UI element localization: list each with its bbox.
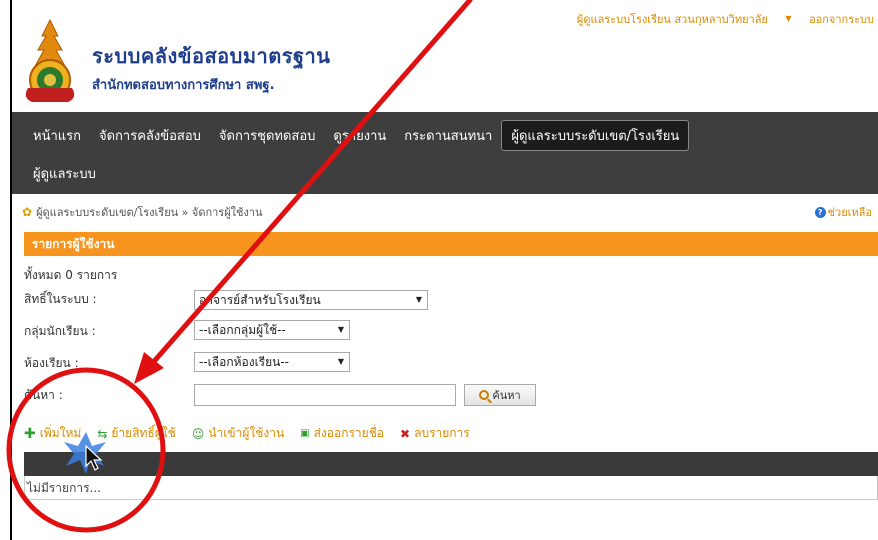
- search-button-label: ค้นหา: [492, 389, 521, 402]
- role-label: สิทธิ์ในระบบ :: [24, 292, 97, 306]
- nav-row-2: ผู้ดูแลระบบ: [24, 156, 105, 190]
- nav-home[interactable]: หน้าแรก: [24, 121, 90, 150]
- search-label: ค้นหา :: [24, 388, 63, 402]
- site-header: ระบบคลังข้อสอบมาตรฐาน สำนักทดสอบทางการศึ…: [12, 0, 878, 112]
- move-rights-label: ย้ายสิทธิ์ผู้ใช้: [111, 426, 176, 440]
- top-links: ผู้ดูแลระบบโรงเรียน สวนกุหลาบวิทยาลัย ▼ …: [549, 10, 874, 28]
- breadcrumb-text[interactable]: ผู้ดูแลระบบระดับเขต/โรงเรียน » จัดการผู้…: [36, 203, 263, 221]
- user-import-icon: ☺: [191, 426, 205, 441]
- main-nav: หน้าแรก จัดการคลังข้อสอบ จัดการชุดทดสอบ …: [12, 112, 878, 194]
- table-header: [24, 452, 878, 476]
- obec-emblem-logo: [25, 18, 75, 102]
- group-select[interactable]: --เลือกกลุ่มผู้ใช้-- ▼: [194, 320, 350, 340]
- table-empty-row: ไม่มีรายการ...: [24, 476, 878, 500]
- nav-school-admin[interactable]: ผู้ดูแลระบบระดับเขต/โรงเรียน: [501, 119, 690, 151]
- export-list-button[interactable]: ▣ ส่งออกรายชื่อ: [300, 424, 384, 443]
- caret-down-icon: ▼: [785, 14, 792, 23]
- delete-items-label: ลบรายการ: [414, 426, 470, 440]
- room-label: ห้องเรียน :: [24, 356, 79, 370]
- import-users-button[interactable]: ☺ นำเข้าผู้ใช้งาน: [192, 424, 284, 443]
- excel-icon: ▣: [300, 428, 310, 439]
- nav-forum[interactable]: กระดานสนทนา: [395, 121, 501, 150]
- room-select-value: --เลือกห้องเรียน--: [199, 355, 290, 369]
- dropdown-arrow-icon: ▼: [415, 295, 422, 304]
- export-list-label: ส่งออกรายชื่อ: [313, 426, 385, 440]
- nav-reports[interactable]: ดูรายงาน: [324, 121, 395, 150]
- breadcrumb: ✿ ผู้ดูแลระบบระดับเขต/โรงเรียน » จัดการผ…: [22, 202, 872, 222]
- nav-item-bank[interactable]: จัดการคลังข้อสอบ: [90, 121, 210, 150]
- app-frame: ระบบคลังข้อสอบมาตรฐาน สำนักทดสอบทางการศึ…: [10, 0, 878, 540]
- user-menu-label: ผู้ดูแลระบบโรงเรียน สวนกุหลาบวิทยาลัย: [576, 13, 768, 26]
- nav-row-1: หน้าแรก จัดการคลังข้อสอบ จัดการชุดทดสอบ …: [24, 118, 690, 152]
- import-users-label: นำเข้าผู้ใช้งาน: [208, 426, 285, 440]
- search-input[interactable]: [194, 384, 456, 406]
- add-new-button[interactable]: ✚ เพิ่มใหม่: [24, 424, 81, 443]
- nav-system-admin[interactable]: ผู้ดูแลระบบ: [24, 159, 105, 188]
- logout-link[interactable]: ออกจากระบบ: [809, 13, 874, 26]
- plus-icon: ✚: [24, 425, 36, 442]
- record-count: ทั้งหมด 0 รายการ: [24, 268, 118, 282]
- panel-title: รายการผู้ใช้งาน: [24, 232, 878, 256]
- delete-x-icon: ✖: [400, 426, 411, 441]
- admin-icon: ✿: [22, 205, 33, 219]
- action-toolbar: ✚ เพิ่มใหม่ ⇆ ย้ายสิทธิ์ผู้ใช้ ☺ นำเข้าผ…: [24, 424, 486, 443]
- site-subtitle: สำนักทดสอบทางการศึกษา สพฐ.: [92, 78, 275, 93]
- role-select[interactable]: อาจารย์สำหรับโรงเรียน ▼: [194, 290, 428, 310]
- help-link[interactable]: ? ช่วยเหลือ: [814, 203, 872, 221]
- group-select-value: --เลือกกลุ่มผู้ใช้--: [199, 323, 286, 337]
- add-new-label: เพิ่มใหม่: [39, 426, 82, 440]
- nav-test-sets[interactable]: จัดการชุดทดสอบ: [210, 121, 324, 150]
- move-rights-button[interactable]: ⇆ ย้ายสิทธิ์ผู้ใช้: [97, 424, 175, 443]
- site-title: ระบบคลังข้อสอบมาตรฐาน: [92, 44, 331, 68]
- role-select-value: อาจารย์สำหรับโรงเรียน: [199, 293, 321, 307]
- dropdown-arrow-icon: ▼: [337, 357, 344, 366]
- search-icon: [479, 390, 490, 400]
- delete-items-button[interactable]: ✖ ลบรายการ: [400, 424, 470, 443]
- user-menu[interactable]: ผู้ดูแลระบบโรงเรียน สวนกุหลาบวิทยาลัย ▼: [563, 13, 792, 26]
- help-label: ช่วยเหลือ: [827, 206, 872, 219]
- move-users-icon: ⇆: [97, 426, 108, 441]
- search-button[interactable]: ค้นหา: [464, 384, 536, 406]
- help-icon: ?: [814, 206, 826, 218]
- room-select[interactable]: --เลือกห้องเรียน-- ▼: [194, 352, 350, 372]
- group-label: กลุ่มนักเรียน :: [24, 324, 96, 338]
- dropdown-arrow-icon: ▼: [337, 325, 344, 334]
